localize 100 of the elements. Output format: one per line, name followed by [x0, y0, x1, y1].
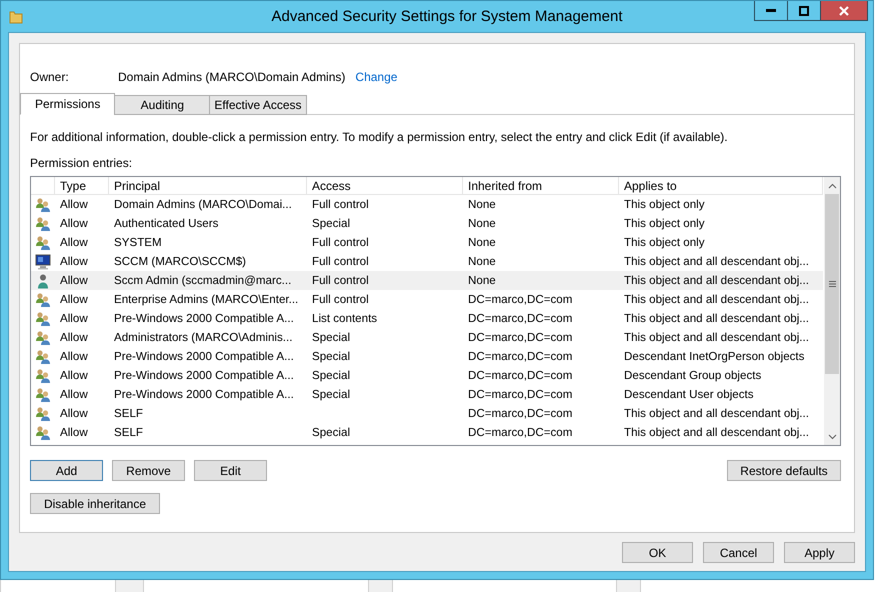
permission-row[interactable]: Allow SYSTEM Full control None This object only [31, 233, 823, 252]
permission-row[interactable]: Allow Sccm Admin (sccmadmin@marc... Full control None This object and all descendant obj... [31, 271, 823, 290]
table-cell-text: Administrators (MARCO\Adminis... [113, 330, 294, 346]
owner-label: Owner: [30, 70, 70, 84]
column-header[interactable]: Access [307, 177, 463, 194]
table-cell-text: None [467, 216, 497, 232]
permission-row[interactable]: Allow Administrators (MARCO\Adminis... Special DC=marco,DC=com This object and all descendant obj... [31, 328, 823, 347]
permission-row[interactable]: Allow Pre-Windows 2000 Compatible A... List contents DC=marco,DC=com This object and all descendant obj... [31, 309, 823, 328]
table-cell-text: DC=marco,DC=com [467, 292, 574, 308]
table-cell-text: Special [311, 387, 352, 403]
table-cell-text: Allow [59, 349, 89, 365]
users-icon [35, 234, 51, 250]
permission-entries-label: Permission entries: [30, 156, 134, 170]
dialog-button[interactable]: Cancel [703, 542, 774, 563]
table-cell-text: Allow [59, 406, 89, 422]
users-icon [35, 386, 51, 402]
permission-row[interactable]: Allow SCCM (MARCO\SCCM$) Full control None This object and all descendant obj... [31, 252, 823, 271]
column-header[interactable]: Principal [109, 177, 307, 194]
table-cell-text: Full control [311, 197, 370, 213]
table-cell-text: None [467, 197, 497, 213]
table-cell-text: DC=marco,DC=com [467, 406, 574, 422]
table-cell-text: DC=marco,DC=com [467, 330, 574, 346]
table-cell-text: DC=marco,DC=com [467, 349, 574, 365]
minimize-button[interactable] [754, 1, 788, 21]
table-cell-text: This object only [623, 197, 706, 213]
permission-row[interactable]: Allow Domain Admins (MARCO\Domai... Full control None This object only [31, 195, 823, 214]
table-cell-text: Pre-Windows 2000 Compatible A... [113, 368, 295, 384]
table-cell-text: This object and all descendant obj... [623, 425, 810, 441]
table-cell-text: DC=marco,DC=com [467, 425, 574, 441]
users-icon [35, 216, 51, 232]
table-cell-text: Allow [59, 254, 89, 270]
table-cell-text: Full control [311, 273, 370, 289]
table-cell-text: Descendant User objects [623, 387, 755, 403]
close-button[interactable] [820, 1, 868, 21]
table-cell-text: Allow [59, 425, 89, 441]
permission-row[interactable]: Allow SELF Special DC=marco,DC=com This object and all descendant obj... [31, 423, 823, 442]
entry-button[interactable]: Edit [194, 460, 267, 481]
change-link[interactable]: Change [355, 70, 398, 84]
tab[interactable]: Auditing [114, 95, 210, 115]
table-cell-text: List contents [311, 311, 378, 327]
table-cell-text: None [467, 235, 497, 251]
entry-button[interactable]: Add [30, 460, 103, 481]
permission-row[interactable]: Allow Enterprise Admins (MARCO\Enter... Full control DC=marco,DC=com This object and all descendant obj... [31, 290, 823, 309]
table-cell-text: Allow [59, 197, 89, 213]
folder-icon [9, 10, 23, 24]
column-header[interactable]: Inherited from [463, 177, 619, 194]
users-icon [35, 292, 51, 308]
table-cell-text: Full control [311, 292, 370, 308]
table-cell-text: Special [311, 425, 352, 441]
table-cell-text: Allow [59, 387, 89, 403]
dialog-button[interactable]: OK [622, 542, 693, 563]
scroll-thumb[interactable] [825, 194, 839, 374]
table-cell-text: This object only [623, 216, 706, 232]
table-cell-text: Full control [311, 254, 370, 270]
table-cell-text: Allow [59, 330, 89, 346]
table-cell-text: Pre-Windows 2000 Compatible A... [113, 311, 295, 327]
disable-inheritance-button[interactable]: Disable inheritance [30, 493, 160, 514]
tab[interactable]: Permissions [20, 93, 116, 115]
users-icon [35, 310, 51, 326]
entry-button[interactable]: Remove [112, 460, 185, 481]
restore-defaults-button[interactable]: Restore defaults [727, 460, 841, 481]
users-icon [35, 330, 51, 346]
table-cell-text: Allow [59, 273, 89, 289]
tab[interactable]: Effective Access [209, 95, 307, 115]
table-cell-text: SCCM (MARCO\SCCM$) [113, 254, 248, 270]
table-cell-text: DC=marco,DC=com [467, 368, 574, 384]
scrollbar[interactable] [823, 177, 840, 445]
permission-row[interactable]: Allow Pre-Windows 2000 Compatible A... Special DC=marco,DC=com Descendant Group objects [31, 366, 823, 385]
column-header[interactable]: Type [55, 177, 109, 194]
permission-row[interactable]: Allow Pre-Windows 2000 Compatible A... Special DC=marco,DC=com Descendant InetOrgPerson objects [31, 347, 823, 366]
table-cell-text: DC=marco,DC=com [467, 387, 574, 403]
minimize-icon [766, 8, 776, 12]
maximize-icon [799, 6, 809, 16]
table-cell-text: Full control [311, 235, 370, 251]
table-cell-text: Special [311, 349, 352, 365]
dialog-button[interactable]: Apply [784, 542, 855, 563]
table-cell-text: Allow [59, 292, 89, 308]
table-cell-text: Domain Admins (MARCO\Domai... [113, 197, 293, 213]
owner-value: Domain Admins (MARCO\Domain Admins) [118, 70, 346, 84]
table-cell-text: Authenticated Users [113, 216, 220, 232]
table-cell-text: Special [311, 368, 352, 384]
table-cell-text: None [467, 254, 497, 270]
users-icon [35, 368, 51, 384]
grip-icon [828, 281, 836, 287]
table-cell-text: This object and all descendant obj... [623, 273, 810, 289]
permission-row[interactable]: Allow Pre-Windows 2000 Compatible A... Special DC=marco,DC=com Descendant User objects [31, 385, 823, 404]
table-cell-text: This object and all descendant obj... [623, 292, 810, 308]
user-icon [35, 272, 51, 288]
scroll-down-icon[interactable] [828, 434, 836, 440]
permission-row[interactable]: Allow SELF DC=marco,DC=com This object and all descendant obj... [31, 404, 823, 423]
table-cell-text: SYSTEM [113, 235, 163, 251]
table-cell-text: Allow [59, 235, 89, 251]
users-icon [35, 424, 51, 440]
table-cell-text: Sccm Admin (sccmadmin@marc... [113, 273, 292, 289]
scroll-up-icon[interactable] [828, 182, 836, 188]
monitor-icon [35, 254, 51, 270]
users-icon [35, 196, 51, 212]
table-cell-text: DC=marco,DC=com [467, 311, 574, 327]
permission-row[interactable]: Allow Authenticated Users Special None This object only [31, 214, 823, 233]
table-cell-text: Allow [59, 368, 89, 384]
